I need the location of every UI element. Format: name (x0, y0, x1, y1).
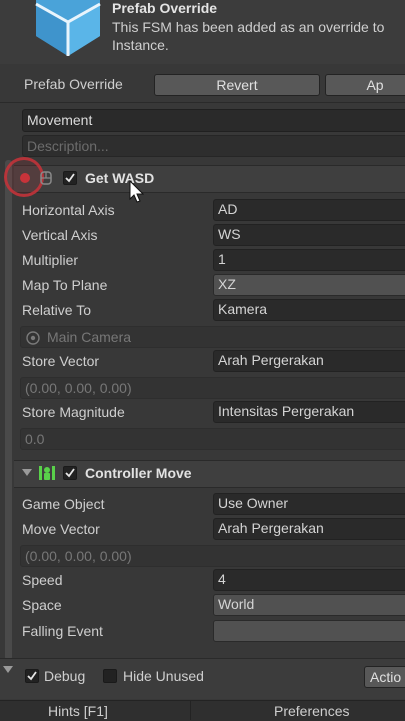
relative-to-field[interactable]: Kamera (213, 299, 405, 321)
store-vector-field[interactable]: Arah Pergerakan (213, 350, 405, 372)
hints-button[interactable]: Hints [F1] (48, 703, 108, 719)
camera-icon (26, 331, 40, 345)
store-vector-label: Store Vector (22, 353, 100, 369)
prefab-banner-title: Prefab Override (112, 0, 218, 16)
divider (0, 102, 405, 103)
horizontal-axis-label: Horizontal Axis (22, 202, 115, 218)
map-to-plane-dropdown[interactable]: XZ (213, 274, 405, 296)
controller-icon (39, 466, 55, 480)
store-vector-readout: (0.00, 0.00, 0.00) (20, 377, 405, 399)
prefab-cube-icon (35, 0, 101, 56)
script-icon (40, 171, 52, 185)
space-dropdown[interactable]: World (213, 594, 405, 616)
speed-field[interactable]: 4 (213, 569, 405, 591)
prefab-override-label: Prefab Override (24, 76, 123, 92)
game-object-field[interactable]: Use Owner (213, 493, 405, 515)
left-gutter-scrollbar[interactable] (5, 160, 12, 660)
scroll-down-arrow-icon[interactable] (3, 666, 13, 674)
state-description-field[interactable]: Description... (22, 135, 405, 157)
relative-to-hint: Main Camera (47, 329, 132, 345)
debug-label: Debug (44, 668, 86, 684)
multiplier-label: Multiplier (22, 252, 79, 268)
prefab-banner: Prefab Override This FSM has been added … (0, 0, 405, 64)
bottom-bar-divider (190, 701, 191, 720)
game-object-label: Game Object (22, 496, 105, 512)
vertical-axis-label: Vertical Axis (22, 227, 98, 243)
hide-unused-label: Hide Unused (123, 668, 204, 684)
multiplier-field[interactable]: 1 (213, 249, 405, 271)
hide-unused-checkbox[interactable] (103, 669, 117, 683)
cursor-icon (129, 180, 145, 203)
move-vector-readout: (0.00, 0.00, 0.00) (20, 545, 405, 567)
falling-event-dropdown[interactable] (213, 620, 405, 642)
controller-move-title: Controller Move (85, 465, 192, 481)
speed-label: Speed (22, 572, 63, 588)
relative-to-label: Relative To (22, 302, 92, 318)
foldout-arrow-icon[interactable] (22, 468, 32, 478)
store-magnitude-field[interactable]: Intensitas Pergerakan (213, 401, 405, 423)
store-magnitude-readout: 0.0 (20, 428, 405, 450)
apply-button[interactable]: Ap (325, 74, 405, 96)
vertical-axis-field[interactable]: WS (213, 224, 405, 246)
get-wasd-enable-checkbox[interactable] (63, 171, 77, 185)
action-browser-button[interactable]: Actio (364, 666, 405, 688)
move-vector-label: Move Vector (22, 521, 100, 537)
space-label: Space (22, 597, 62, 613)
preferences-button[interactable]: Preferences (274, 703, 349, 719)
store-magnitude-label: Store Magnitude (22, 404, 125, 420)
map-to-plane-label: Map To Plane (22, 277, 108, 293)
move-vector-field[interactable]: Arah Pergerakan (213, 518, 405, 540)
horizontal-axis-field[interactable]: AD (213, 199, 405, 221)
falling-event-label: Falling Event (22, 623, 103, 639)
relative-to-hint-row: Main Camera (20, 326, 405, 348)
debug-checkbox[interactable] (25, 669, 39, 683)
prefab-banner-message: This FSM has been added as an override t… (112, 19, 385, 35)
controller-move-enable-checkbox[interactable] (63, 466, 77, 480)
prefab-banner-message-2: Instance. (112, 37, 169, 53)
breakpoint-dot-icon (20, 173, 30, 183)
revert-button[interactable]: Revert (154, 74, 320, 96)
state-name-field[interactable]: Movement (22, 109, 405, 132)
